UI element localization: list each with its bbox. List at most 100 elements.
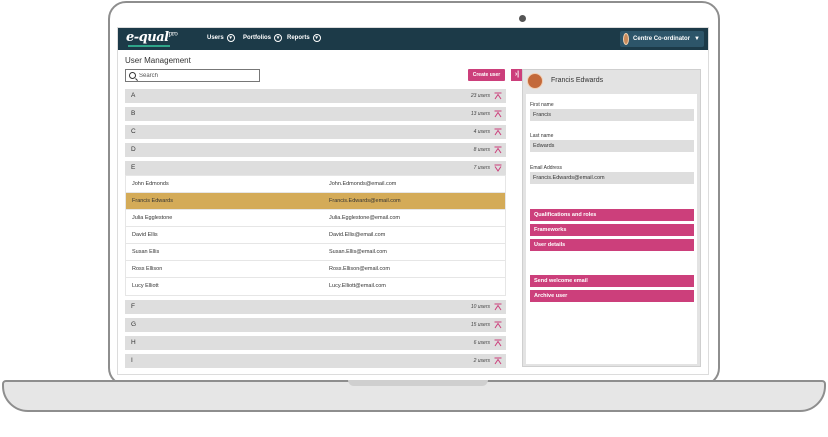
last-name-field[interactable]: Edwards (530, 140, 694, 152)
group-header-e[interactable]: E 7 users (125, 161, 506, 175)
row-name: Francis Edwards (132, 198, 173, 204)
group-letter: C (131, 128, 136, 135)
row-name: Lucy Elliott (132, 283, 159, 289)
expand-toggle-icon[interactable] (494, 146, 502, 154)
table-row[interactable]: Julia Egglestone Julia.Egglestone@email.c… (126, 210, 505, 227)
avatar (527, 73, 543, 89)
row-name: Ross Ellison (132, 266, 163, 272)
last-name-label: Last name (530, 133, 554, 139)
table-row[interactable]: Francis Edwards Francis.Edwards@email.com (126, 193, 505, 210)
frameworks-button[interactable]: Frameworks (530, 224, 694, 236)
send-welcome-email-button[interactable]: Send welcome email (530, 275, 694, 287)
email-label: Email Address (530, 165, 562, 171)
row-email: Francis.Edwards@email.com (329, 198, 401, 204)
row-email: Ross.Ellison@email.com (329, 266, 390, 272)
expand-toggle-icon[interactable] (494, 357, 502, 365)
group-header-a[interactable]: A 23 users (125, 89, 506, 103)
group-letter: A (131, 92, 136, 99)
user-menu[interactable]: Centre Co-ordinator ▼ (620, 31, 704, 47)
group-header-f[interactable]: F 10 users (125, 300, 506, 314)
camera-dot (519, 15, 526, 22)
email-field[interactable]: Francis.Edwards@email.com (530, 172, 694, 184)
row-email: John.Edmonds@email.com (329, 181, 397, 187)
table-row[interactable]: Lucy Elliott Lucy.Elliott@email.com (126, 278, 505, 295)
collapse-toggle-icon[interactable] (494, 164, 502, 172)
group-header-b[interactable]: B 13 users (125, 107, 506, 121)
group-letter: H (131, 339, 136, 346)
page-title: User Management (125, 56, 191, 65)
nav-users[interactable]: Users ▾ (207, 34, 235, 42)
first-name-field[interactable]: Francis (530, 109, 694, 121)
row-email: Lucy.Elliott@email.com (329, 283, 386, 289)
group-letter: E (131, 164, 136, 171)
user-role: Centre Co-ordinator (633, 36, 691, 42)
search-box[interactable] (125, 69, 260, 82)
table-row[interactable]: David Ellis David.Ellis@email.com (126, 227, 505, 244)
group-count: 6 users (473, 340, 490, 346)
expand-toggle-icon[interactable] (494, 128, 502, 136)
chevron-down-icon: ▾ (312, 34, 321, 42)
create-user-button[interactable]: Create user (468, 69, 505, 81)
table-row[interactable]: John Edmonds John.Edmonds@email.com (126, 176, 505, 193)
panel-body: First name Francis Last name Edwards Ema… (526, 94, 697, 364)
nav-portfolios-label: Portfolios (243, 35, 271, 41)
nav-reports-label: Reports (287, 35, 310, 41)
app-screen: e-qualpro Users ▾ Portfolios ▾ Reports ▾… (117, 27, 709, 375)
expand-toggle-icon[interactable] (494, 321, 502, 329)
first-name-label: First name (530, 102, 554, 108)
logo-underline (128, 45, 170, 47)
row-name: John Edmonds (132, 181, 169, 187)
group-count: 7 users (473, 165, 490, 171)
group-letter: G (131, 321, 137, 328)
archive-user-button[interactable]: Archive user (530, 290, 694, 302)
logo-suffix: pro (168, 30, 178, 38)
row-email: Susan.Ellis@email.com (329, 249, 387, 255)
search-input[interactable] (139, 72, 254, 79)
group-letter: D (131, 146, 136, 153)
expand-toggle-icon[interactable] (494, 303, 502, 311)
logo[interactable]: e-qualpro (126, 30, 178, 45)
group-count: 8 users (473, 147, 490, 153)
panel-user-name: Francis Edwards (551, 77, 604, 84)
nav-reports[interactable]: Reports ▾ (287, 34, 321, 42)
top-nav: e-qualpro Users ▾ Portfolios ▾ Reports ▾… (118, 28, 708, 50)
expand-toggle-icon[interactable] (494, 92, 502, 100)
user-details-panel: Francis Edwards First name Francis Last … (522, 69, 701, 367)
group-letter: F (131, 303, 135, 310)
group-header-c[interactable]: C 4 users (125, 125, 506, 139)
row-name: Susan Ellis (132, 249, 160, 255)
expand-toggle-icon[interactable] (494, 110, 502, 118)
user-list: A 23 users B 13 users C 4 users D 8 users E 7 u… (125, 89, 506, 372)
expand-toggle-icon[interactable] (494, 339, 502, 347)
row-email: Julia.Egglestone@email.com (329, 215, 401, 221)
group-count: 4 users (473, 129, 490, 135)
user-details-button[interactable]: User details (530, 239, 694, 251)
laptop-base (2, 380, 826, 412)
nav-portfolios[interactable]: Portfolios ▾ (243, 34, 282, 42)
row-name: Julia Egglestone (132, 215, 173, 221)
group-header-d[interactable]: D 8 users (125, 143, 506, 157)
group-count: 10 users (470, 304, 490, 310)
qualifications-roles-button[interactable]: Qualifications and roles (530, 209, 694, 221)
chevron-down-icon: ▾ (226, 34, 235, 42)
panel-header: Francis Edwards (523, 70, 700, 92)
chevron-down-icon: ▾ (274, 34, 282, 42)
row-name: David Ellis (132, 232, 158, 238)
group-header-g[interactable]: G 15 users (125, 318, 506, 332)
laptop-base-notch (348, 380, 488, 386)
group-count: 13 users (470, 111, 490, 117)
group-header-i[interactable]: I 2 users (125, 354, 506, 368)
group-count: 2 users (473, 358, 490, 364)
table-row[interactable]: Ross Ellison Ross.Ellison@email.com (126, 261, 505, 278)
group-rows: John Edmonds John.Edmonds@email.com Franci… (125, 175, 506, 296)
table-row[interactable]: Susan Ellis Susan.Ellis@email.com (126, 244, 505, 261)
avatar (623, 33, 630, 45)
row-email: David.Ellis@email.com (329, 232, 386, 238)
group-header-h[interactable]: H 6 users (125, 336, 506, 350)
group-count: 15 users (470, 322, 490, 328)
logo-text: e-qual (126, 30, 169, 45)
search-icon (129, 72, 136, 79)
nav-users-label: Users (207, 35, 224, 41)
caret-down-icon: ▼ (694, 36, 700, 42)
group-count: 23 users (470, 93, 490, 99)
